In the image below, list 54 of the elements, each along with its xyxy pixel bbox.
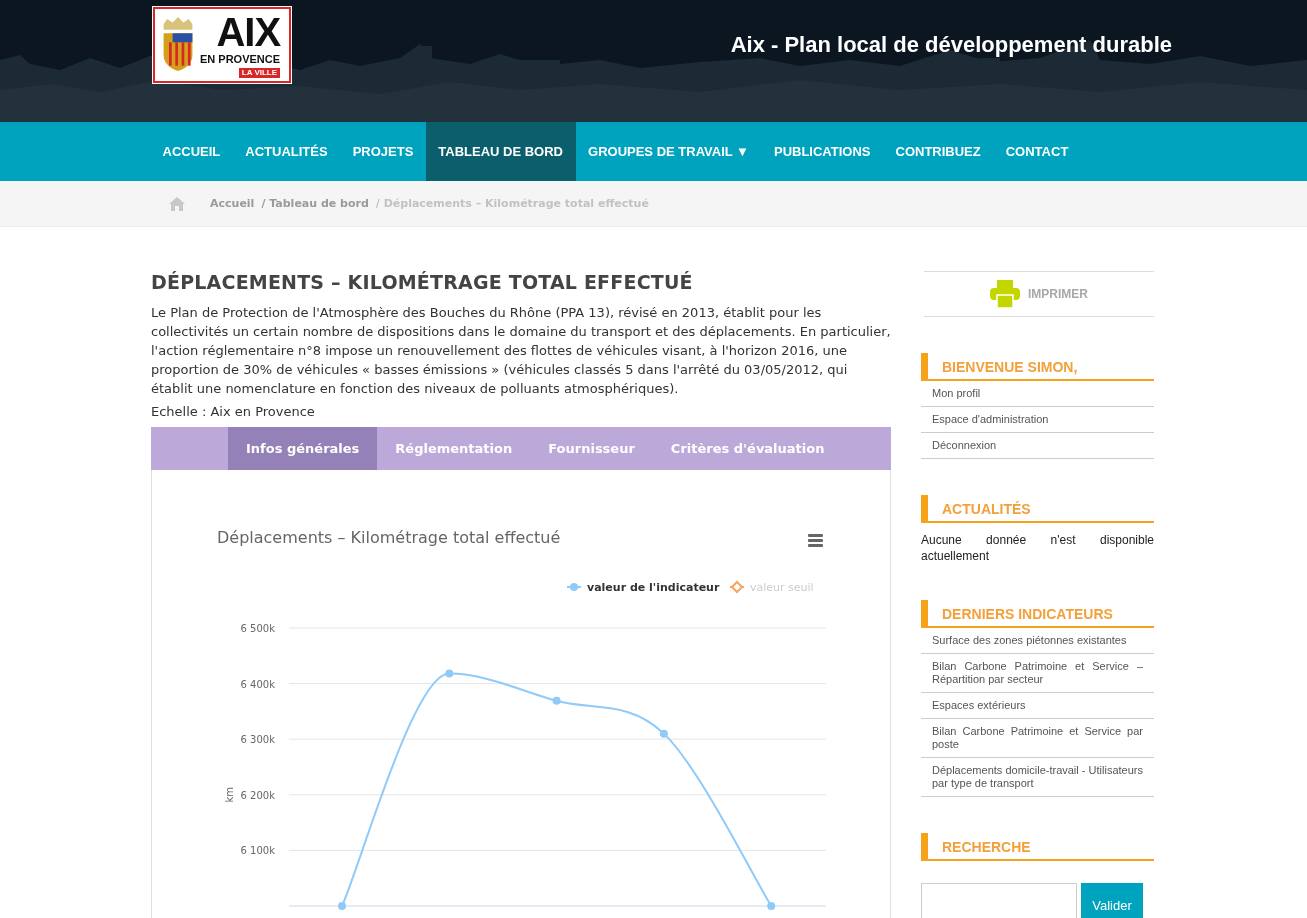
nav-item[interactable]: CONTACT (993, 122, 1081, 181)
data-point (338, 902, 346, 910)
info-text: Aucune donnée n'est disponible actuellement (921, 532, 1154, 564)
data-point (552, 696, 561, 705)
data-point (659, 729, 668, 738)
nav-item[interactable]: GROUPES DE TRAVAIL ▼ (575, 122, 762, 181)
print-button[interactable]: IMPRIMER (990, 280, 1088, 308)
axis-title: km (224, 787, 235, 803)
logo-title: AIX (216, 12, 281, 52)
axis-label: 6 300k (240, 734, 275, 746)
section-heading: ACTUALITÉS (921, 495, 1154, 523)
nav-item[interactable]: CONTRIBUEZ (883, 122, 994, 181)
section-heading: RECHERCHE (921, 833, 1154, 861)
sidebar-link[interactable]: Mon profil (921, 381, 1154, 407)
scale-label: Echelle : Aix en Provence (151, 404, 316, 419)
tab[interactable]: Fournisseur (530, 427, 653, 470)
tab[interactable]: Critères d'évaluation (652, 427, 843, 470)
nav-item[interactable]: TABLEAU DE BORD (425, 122, 576, 181)
nav-item[interactable]: PUBLICATIONS (761, 122, 883, 181)
logo[interactable]: AIX EN PROVENCE LA VILLE (152, 6, 292, 84)
sidebar-link[interactable]: Bilan Carbone Patrimoine et Service par poste (921, 719, 1154, 758)
sidebar-link[interactable]: Espace d'administration (921, 407, 1154, 433)
tab[interactable]: Infos générales (228, 427, 378, 470)
site-title: Aix - Plan local de développement durable (730, 32, 1172, 58)
nav-item[interactable]: ACTUALITÉS (232, 122, 341, 181)
menu-icon (808, 534, 823, 547)
axis-label: 6 500k (240, 623, 275, 634)
section-heading: BIENVENUE SIMON, (921, 353, 1154, 381)
breadcrumb-link[interactable]: Accueil (210, 197, 255, 210)
logo-subtitle: EN PROVENCE (200, 54, 281, 65)
nav-item[interactable]: ACCUEIL (150, 122, 233, 181)
printer-icon (990, 280, 1020, 308)
data-point (445, 669, 454, 678)
search-field[interactable] (921, 883, 1077, 918)
sidebar-link[interactable]: Espaces extérieurs (921, 693, 1154, 719)
home-icon (169, 196, 185, 211)
tab[interactable]: Réglementation (377, 427, 531, 470)
data-point (767, 902, 776, 910)
nav-item[interactable]: PROJETS (340, 122, 426, 181)
legend-item: valeur de l'indicateur (566, 581, 720, 594)
axis-label: 6 400k (240, 678, 275, 690)
submit-button[interactable]: Valider (1081, 883, 1143, 918)
section-heading: DERNIERS INDICATEURS (921, 600, 1154, 628)
axis-label: 6 100k (240, 845, 275, 857)
page-title: DÉPLACEMENTS – KILOMÉTRAGE TOTAL EFFECTUÉ (151, 271, 694, 293)
sidebar-link[interactable]: Déconnexion (921, 433, 1154, 459)
sidebar-link[interactable]: Déplacements domicile-travail - Utilisateurs par type de transport (921, 758, 1154, 797)
sidebar-link[interactable]: Bilan Carbone Patrimoine et Service – Répartition par secteur (921, 654, 1154, 693)
logo-tagline: LA VILLE (238, 68, 281, 78)
description: Le Plan de Protection de l'Atmosphère des Bouches du Rhône (PPA 13), révisé en 2013, établit pour les collectivités un certain nombre de dispositions dans le domaine du transport et des déplacements. En particulier, l'action réglementaire n°8 impose un renouvellement des flottes de véhicules visant, à l'horizon 2016, une proportion de 30% de véhicules « basses émissions » (véhicules classés 5 dans l'arrêté du 03/05/2012, qui établit une nomenclature en fonction des niveaux de polluants atmosphériques). (151, 304, 891, 398)
chart-title: Déplacements – Kilométrage total effectué (217, 528, 561, 547)
axis-label: 6 200k (240, 789, 275, 801)
sidebar-link[interactable]: Surface des zones piétonnes existantes (921, 628, 1154, 654)
breadcrumb-link[interactable]: / Tableau de bord (261, 197, 369, 210)
